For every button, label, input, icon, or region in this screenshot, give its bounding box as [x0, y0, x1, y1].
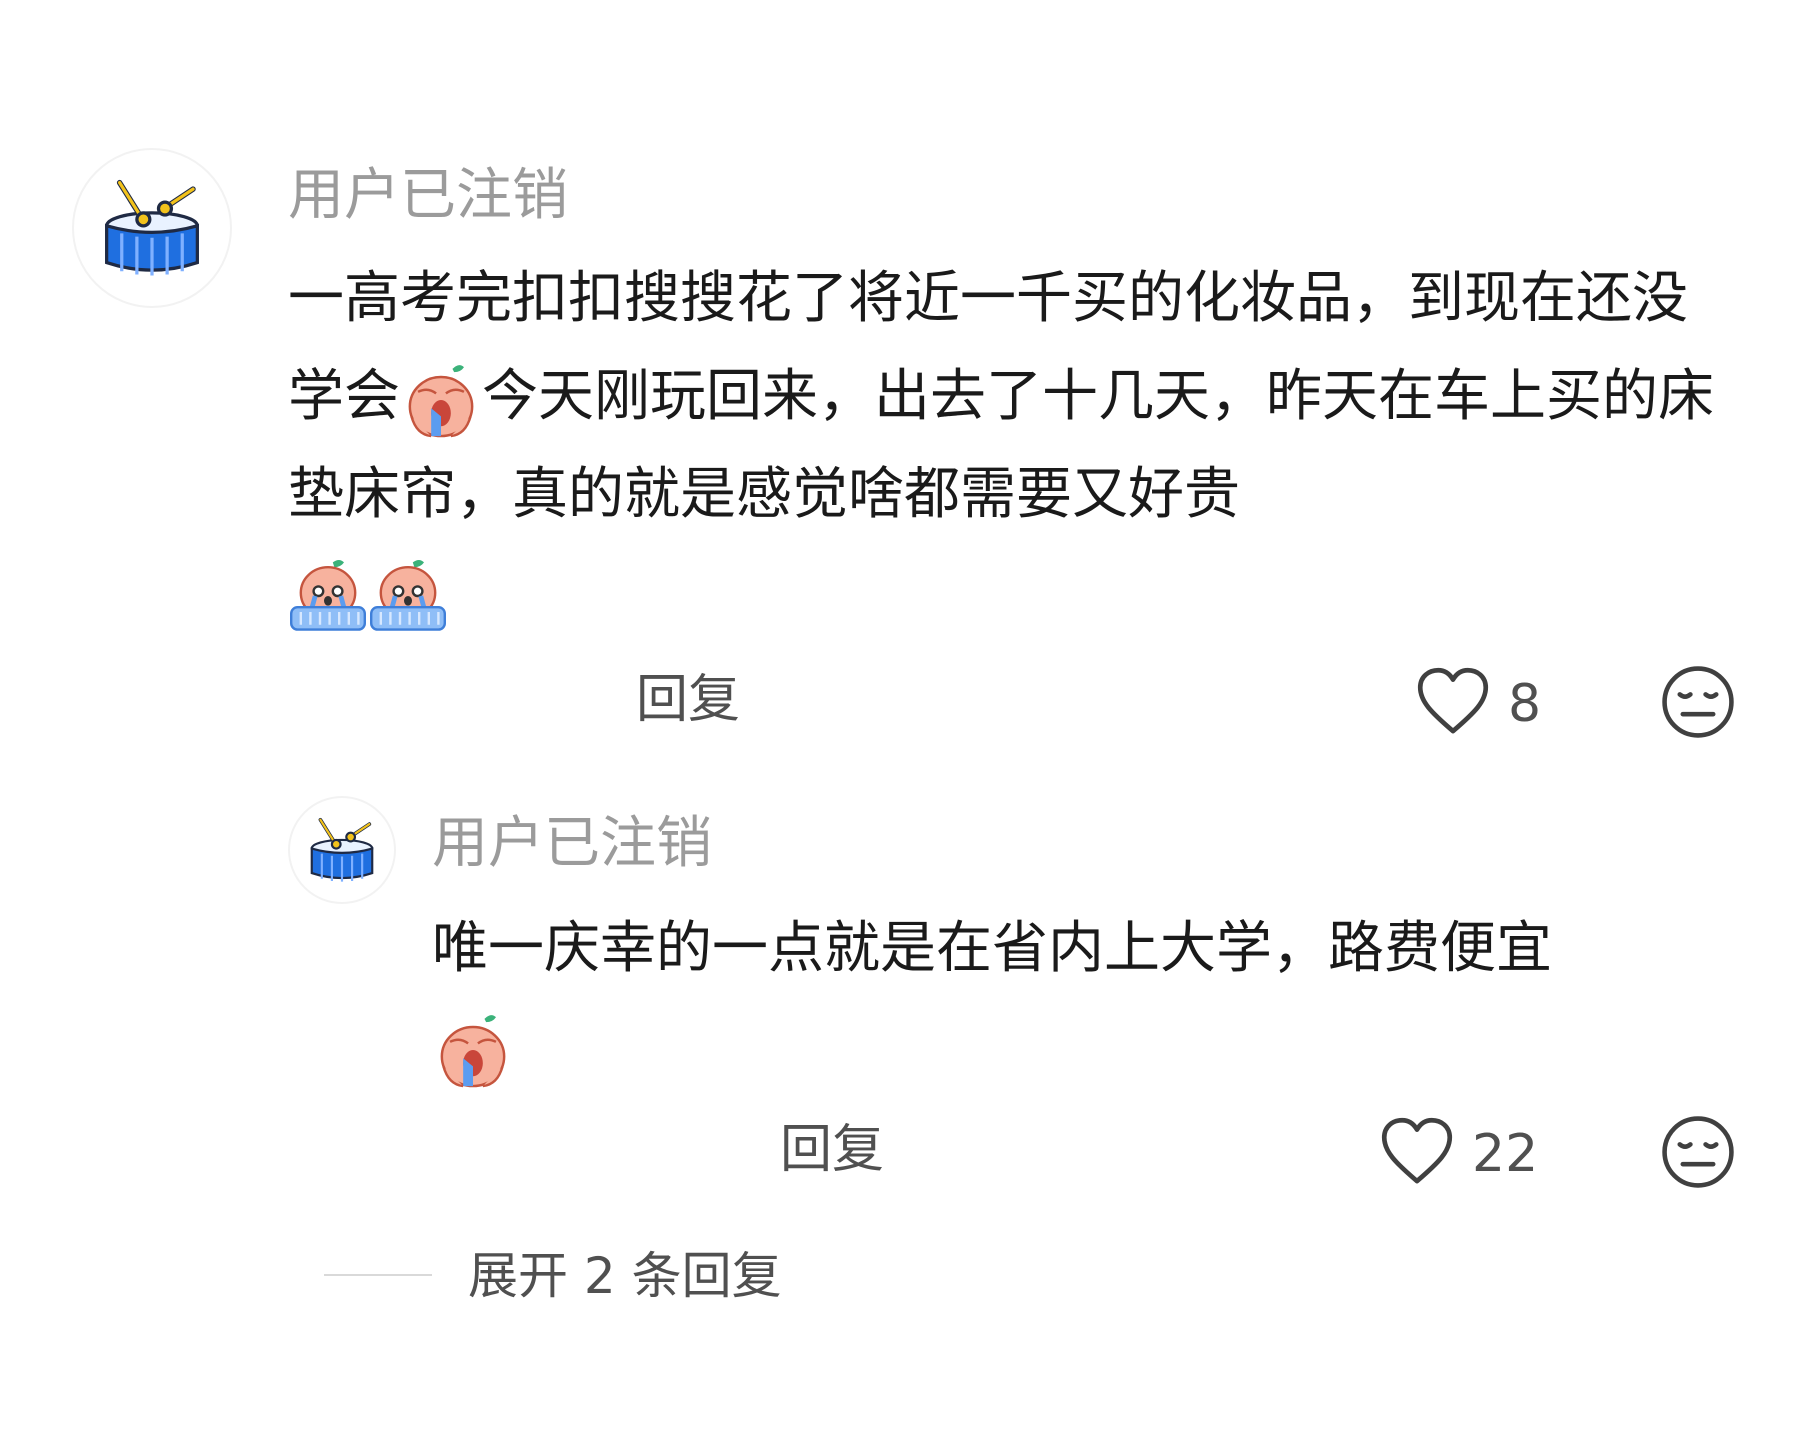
comment-text: 一高考完扣扣搜搜花了将近一千买的化妆品，到现在还没学会 今天刚玩回来，出去了十几天…	[288, 250, 1728, 642]
heart-outline-icon[interactable]	[1378, 1114, 1456, 1192]
crying-emoji	[432, 1009, 514, 1091]
expand-replies[interactable]: 展开 2 条回复	[324, 1236, 844, 1316]
reply-text-part: 唯一庆幸的一点就是在省内上大学，路费便宜	[432, 916, 1552, 981]
comment-username[interactable]: 用户已注销	[288, 158, 568, 234]
reply-button[interactable]: 回复	[780, 1114, 884, 1186]
drum-icon	[306, 814, 378, 886]
sobbing-emoji	[368, 556, 448, 636]
avatar[interactable]	[72, 148, 232, 308]
drum-icon	[98, 174, 206, 282]
expand-replies-label[interactable]: 展开 2 条回复	[468, 1240, 782, 1312]
unamused-face-icon[interactable]	[1660, 664, 1736, 740]
like-count: 8	[1508, 674, 1542, 734]
like-count: 22	[1472, 1124, 1539, 1184]
avatar[interactable]	[288, 796, 396, 904]
expand-divider	[324, 1274, 432, 1276]
reply-username[interactable]: 用户已注销	[432, 806, 712, 882]
unamused-face-icon[interactable]	[1660, 1114, 1736, 1190]
heart-outline-icon[interactable]	[1414, 664, 1492, 742]
comment-text-part: 今天刚玩回来，出去了十几天，昨天在车上买的床垫床帘，真的就是感觉啥都需要又好贵	[288, 364, 1714, 527]
reply-button[interactable]: 回复	[636, 664, 740, 736]
reply-text: 唯一庆幸的一点就是在省内上大学，路费便宜	[432, 900, 1728, 1096]
crying-emoji	[400, 359, 482, 441]
comment-thread-page: { "comment": { "username": "用户已注销", "ava…	[0, 0, 1800, 1453]
sobbing-emoji	[288, 556, 368, 636]
